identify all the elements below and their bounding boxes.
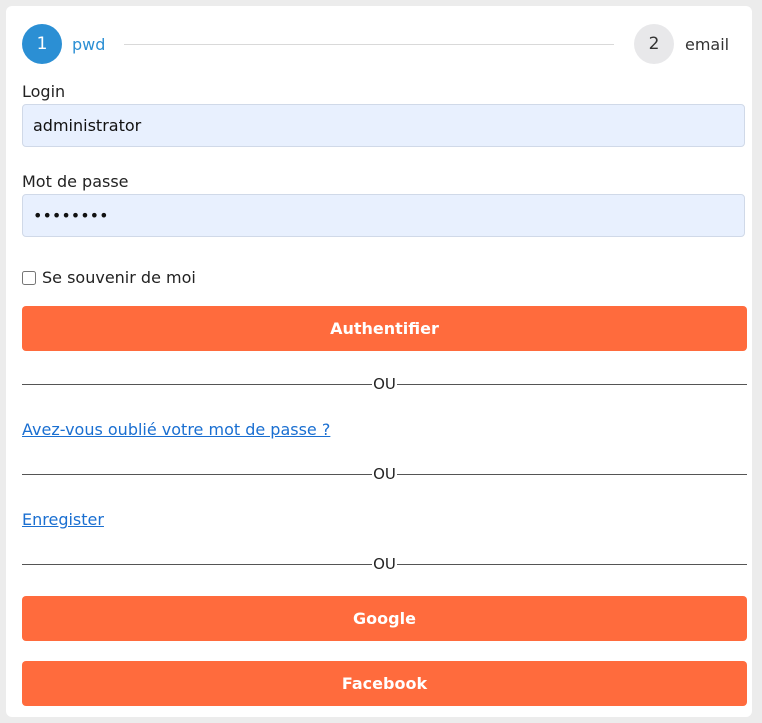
forgot-password-link[interactable]: Avez-vous oublié votre mot de passe ?: [22, 420, 330, 439]
divider-text: OU: [373, 375, 396, 393]
remember-me-label: Se souvenir de moi: [42, 268, 196, 287]
register-link[interactable]: Enregister: [22, 510, 104, 529]
login-input[interactable]: [22, 104, 745, 147]
divider-rule: [396, 563, 748, 565]
step-email[interactable]: 2 email: [634, 24, 729, 64]
remember-me[interactable]: Se souvenir de moi: [22, 268, 196, 287]
step-label: email: [685, 34, 730, 54]
divider-rule: [22, 563, 373, 565]
step-number-circle: 1: [22, 24, 62, 64]
divider-rule: [396, 383, 748, 385]
divider-rule: [22, 473, 373, 475]
facebook-login-button[interactable]: Facebook: [22, 661, 747, 706]
password-input[interactable]: [22, 194, 745, 237]
password-label: Mot de passe: [22, 172, 129, 191]
divider-text: OU: [373, 465, 396, 483]
step-pwd[interactable]: 1 pwd: [22, 24, 105, 64]
stepper-connector: [124, 44, 614, 45]
step-number-circle: 2: [634, 24, 674, 64]
or-divider: OU: [22, 374, 748, 394]
step-label: pwd: [72, 34, 106, 54]
divider-rule: [396, 473, 748, 475]
login-label: Login: [22, 82, 66, 101]
or-divider: OU: [22, 464, 748, 484]
divider-text: OU: [373, 555, 396, 573]
remember-me-checkbox[interactable]: [22, 270, 36, 285]
divider-rule: [22, 383, 373, 385]
login-card: 1 pwd 2 email Login Mot de passe Se souv…: [6, 6, 752, 717]
authenticate-button[interactable]: Authentifier: [22, 306, 747, 351]
or-divider: OU: [22, 554, 748, 574]
google-login-button[interactable]: Google: [22, 596, 747, 641]
